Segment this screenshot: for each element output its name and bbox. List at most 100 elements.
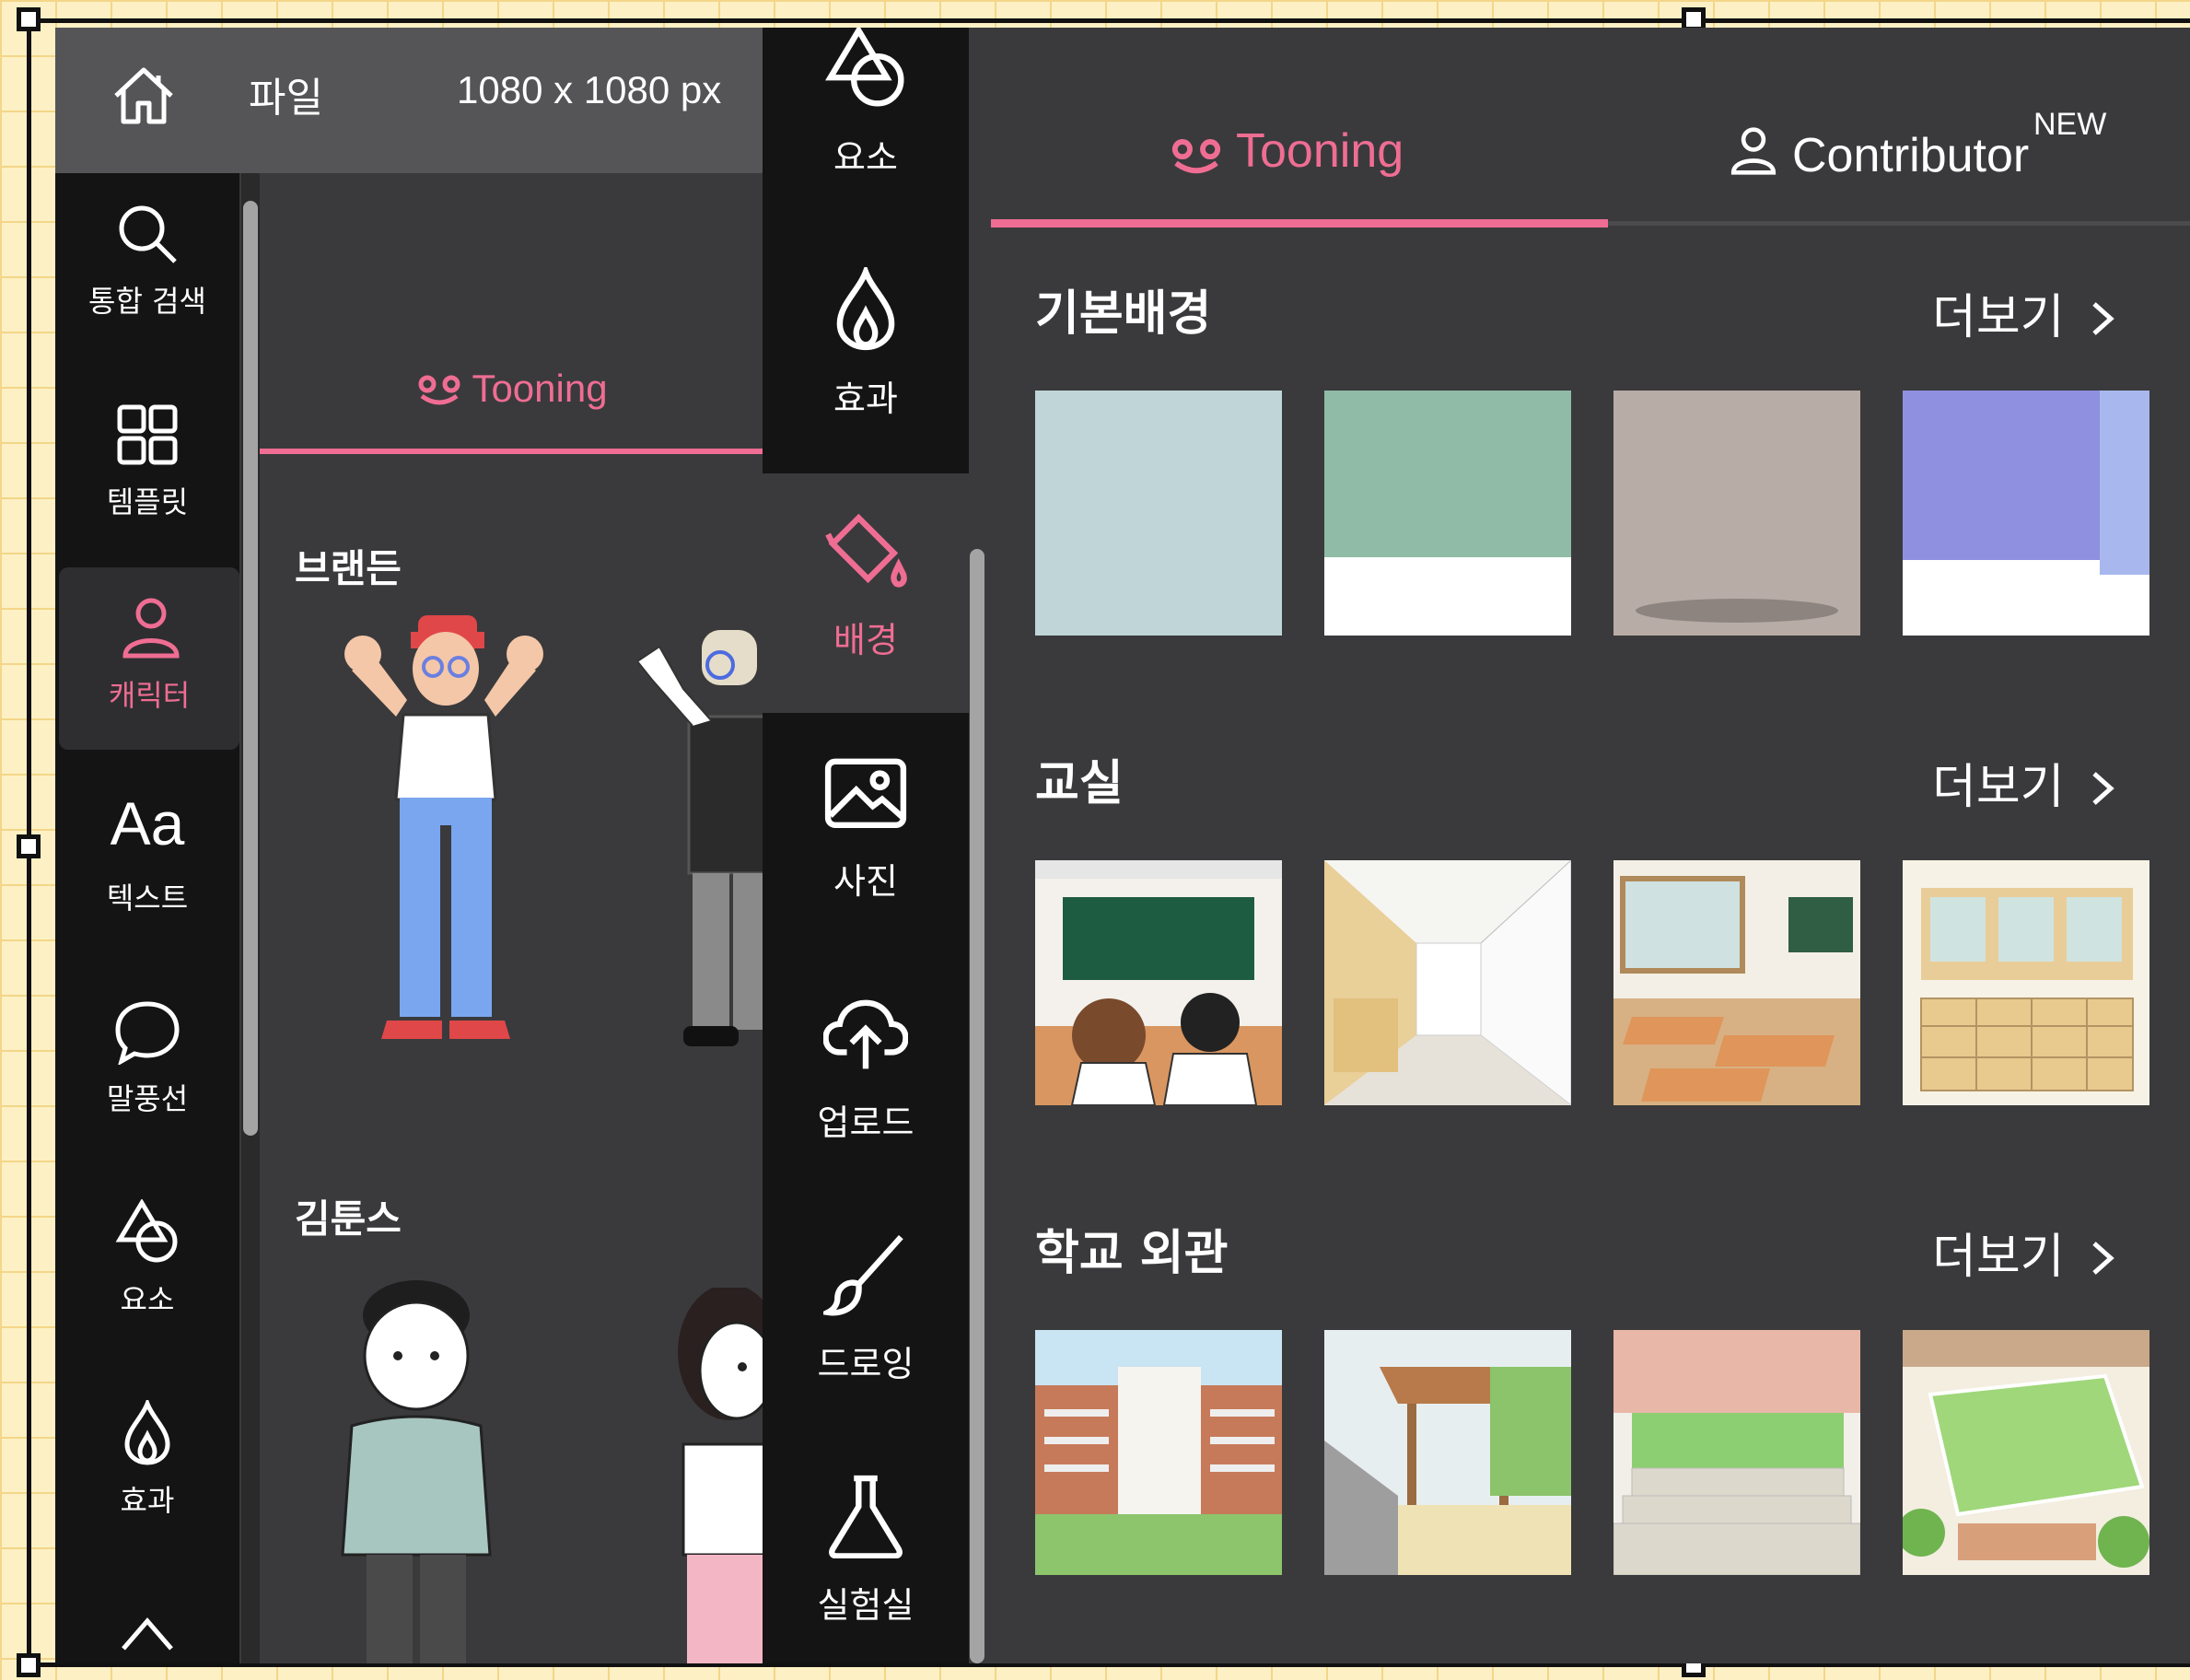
scrollbar-thumb[interactable] (243, 201, 258, 1136)
chevron-right-icon (2091, 1242, 2114, 1275)
classroom-back-thumbnail[interactable] (1903, 860, 2149, 1105)
nav-label: 요소 (120, 1282, 175, 1317)
tab-tooning[interactable]: Tooning (260, 367, 764, 411)
nav-label: 효과 (120, 1483, 175, 1518)
left-sidebar: 통합 검색 템플릿 캐릭터 Aa 텍스트 말풍선 요소 효과 (55, 173, 239, 1663)
tooning-logo-icon (1171, 139, 1221, 174)
section-title: 김툰스 (295, 1196, 402, 1242)
nav-search[interactable]: 통합 검색 (55, 173, 239, 348)
home-icon[interactable] (109, 61, 179, 131)
flame-icon (124, 1400, 170, 1465)
nav-background[interactable]: 배경 (763, 473, 969, 713)
nav-upload[interactable]: 업로드 (763, 956, 969, 1196)
file-menu[interactable]: 파일 (249, 64, 323, 123)
nav-elements[interactable]: 요소 (55, 1172, 239, 1347)
classroom-desks-thumbnail[interactable] (1613, 860, 1860, 1105)
chevron-right-icon (2091, 772, 2114, 805)
resize-handle-bottom-left[interactable] (17, 1653, 41, 1677)
more-label: 더보기 (1932, 760, 2065, 815)
person-icon (1730, 127, 1776, 175)
top-bar: 파일 1080 x 1080 px (55, 28, 764, 173)
character-panel: Tooning 브랜든 김툰스 (260, 173, 764, 1663)
more-link[interactable]: 더보기 (1932, 1218, 2116, 1287)
nav-label: 실험실 (817, 1585, 914, 1626)
cloud-upload-icon (823, 999, 908, 1069)
background-thumbnail[interactable] (1903, 391, 2149, 636)
left-editor-screenshot: 파일 1080 x 1080 px 통합 검색 템플릿 캐릭터 Aa 텍스트 말… (55, 28, 764, 1663)
nav-label: 통합 검색 (88, 284, 206, 319)
school-field-thumbnail[interactable] (1903, 1330, 2149, 1575)
section-title: 학교 외관 (1035, 1226, 1229, 1281)
nav-effects[interactable]: 효과 (763, 232, 969, 472)
character-thumbnail[interactable] (637, 624, 764, 1057)
nav-label: 말풍선 (106, 1081, 189, 1116)
shapes-icon (115, 1199, 178, 1263)
nav-elements[interactable]: 요소 (763, 28, 969, 230)
nav-label: 사진 (833, 861, 898, 902)
character-thumbnail[interactable] (315, 606, 554, 1067)
paint-bucket-icon (825, 513, 907, 588)
text-icon: Aa (110, 789, 185, 858)
left-scrollbar[interactable] (241, 173, 260, 1663)
nav-character[interactable]: 캐릭터 (59, 567, 239, 750)
resize-handle-top-left[interactable] (17, 7, 41, 31)
more-link[interactable]: 더보기 (1932, 748, 2116, 817)
nav-label: 업로드 (817, 1102, 914, 1143)
more-link[interactable]: 더보기 (1932, 278, 2116, 347)
room-wall (1903, 391, 2100, 560)
chevron-right-icon (2091, 302, 2114, 335)
background-thumbnail[interactable] (1324, 391, 1571, 636)
image-icon (824, 758, 907, 828)
nav-drawing[interactable]: 드로잉 (763, 1197, 969, 1437)
more-label: 더보기 (1932, 290, 2065, 345)
scrollbar-thumb[interactable] (970, 549, 984, 1663)
character-thumbnail[interactable] (665, 1288, 764, 1663)
section-title: 교실 (1035, 756, 1124, 811)
speech-bubble-icon (115, 1001, 180, 1065)
background-panel: Tooning Contributor NEW 기본배경 더보기 교실 더보기 (985, 28, 2190, 1663)
tab-contributor[interactable]: Contributor (1728, 123, 2029, 183)
school-building-thumbnail[interactable] (1035, 1330, 1282, 1575)
nav-label: 요소 (833, 137, 898, 178)
hallway-thumbnail[interactable] (1324, 860, 1571, 1105)
canvas-size-label[interactable]: 1080 x 1080 px (457, 68, 721, 112)
search-icon (119, 205, 177, 263)
person-icon (122, 598, 180, 659)
flask-icon (829, 1475, 903, 1558)
tab-label: Tooning (1236, 124, 1404, 178)
brush-icon (823, 1234, 903, 1316)
room-side-wall (2100, 391, 2149, 575)
background-thumbnail[interactable] (1035, 391, 1282, 636)
classroom-thumbnail[interactable] (1035, 860, 1282, 1105)
tab-tooning[interactable]: Tooning (1170, 123, 1404, 179)
nav-label: 드로잉 (817, 1344, 914, 1384)
flame-icon (836, 267, 895, 351)
tab-underline (260, 449, 764, 454)
resize-handle-middle-left[interactable] (17, 834, 41, 858)
nav-photo[interactable]: 사진 (763, 715, 969, 954)
school-stairs-thumbnail[interactable] (1613, 1330, 1860, 1575)
new-badge: NEW (2033, 107, 2107, 142)
nav-text[interactable]: Aa 텍스트 (55, 770, 239, 945)
school-pavilion-thumbnail[interactable] (1324, 1330, 1571, 1575)
background-thumbnail[interactable] (1613, 391, 1860, 636)
section-title: 브랜든 (295, 546, 402, 591)
middle-scrollbar[interactable] (969, 28, 985, 1663)
nav-label: 캐릭터 (108, 678, 191, 713)
tab-label: Tooning (472, 367, 608, 410)
tab-underline (991, 219, 1608, 228)
paint-bucket-icon-partial (122, 1617, 173, 1651)
nav-label: 효과 (833, 379, 898, 419)
tab-label: Contributor (1792, 129, 2030, 182)
tooning-logo-icon (418, 375, 460, 405)
character-thumbnail[interactable] (324, 1278, 508, 1663)
middle-sidebar: 요소 효과 배경 사진 업로드 드로잉 실험실 (763, 28, 985, 1663)
nav-lab[interactable]: 실험실 (763, 1439, 969, 1663)
nav-effects[interactable]: 효과 (55, 1372, 239, 1547)
nav-label: 텍스트 (106, 881, 189, 916)
nav-template[interactable]: 템플릿 (55, 374, 239, 549)
section-title: 기본배경 (1035, 286, 1212, 342)
floor-shadow (1636, 599, 1838, 623)
nav-speech-bubble[interactable]: 말풍선 (55, 971, 239, 1146)
nav-label: 배경 (833, 620, 898, 660)
